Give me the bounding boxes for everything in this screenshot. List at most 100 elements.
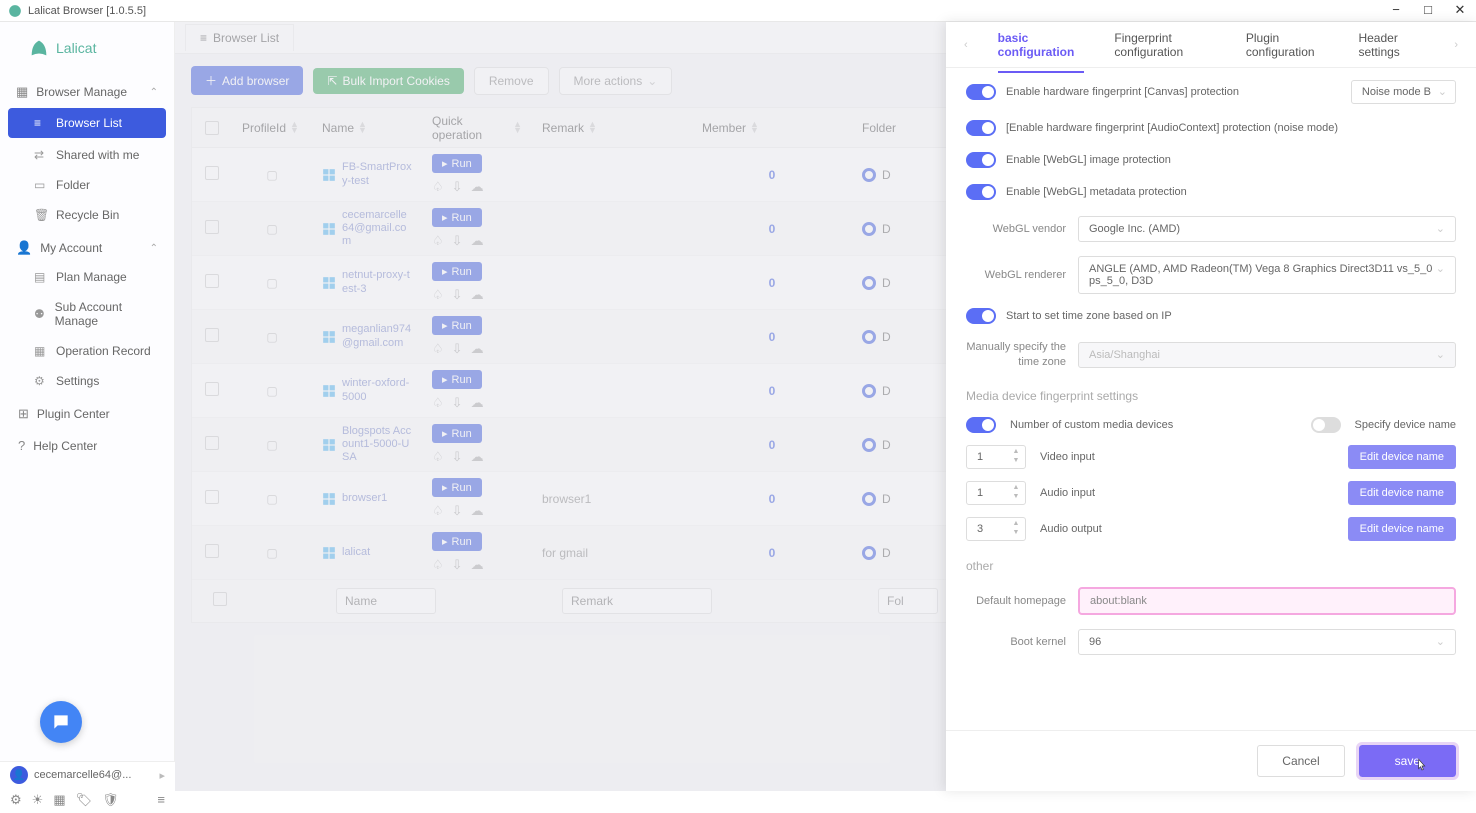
homepage-label: Default homepage	[966, 595, 1066, 607]
audio-input-stepper[interactable]: 1▲▼	[966, 481, 1026, 505]
shield-icon[interactable]: 🛡	[102, 792, 119, 808]
sidebar-item-browser-list[interactable]: ≡ Browser List	[8, 108, 166, 138]
kernel-label: Boot kernel	[966, 636, 1066, 648]
up-icon[interactable]: ▲	[1009, 448, 1023, 457]
document-icon: ▤	[34, 270, 48, 284]
share-icon: ⇄	[34, 148, 48, 162]
tabs-prev-icon[interactable]: ‹	[964, 39, 968, 51]
window-title: Lalicat Browser [1.0.5.5]	[28, 5, 146, 17]
toggle-webgl-image[interactable]	[966, 152, 996, 168]
avatar: 👤	[10, 766, 28, 784]
down-icon[interactable]: ▼	[1009, 457, 1023, 466]
sidebar: Lalicat ▦Browser Manage ⌃ ≡ Browser List…	[0, 22, 175, 791]
window-minimize-button[interactable]: −	[1386, 2, 1406, 18]
edit-audio-output-button[interactable]: Edit device name	[1348, 517, 1456, 541]
panel-tabs: ‹ basic configuration Fingerprint config…	[946, 22, 1476, 68]
panel-body: Enable hardware fingerprint [Canvas] pro…	[946, 68, 1476, 730]
toggle-specify-device[interactable]	[1311, 417, 1341, 433]
up-icon[interactable]: ▲	[1009, 484, 1023, 493]
sidebar-item-folder[interactable]: ▭ Folder	[0, 170, 174, 200]
sidebar-item-settings[interactable]: ⚙ Settings	[0, 366, 174, 396]
record-icon: ▦	[34, 344, 48, 358]
down-icon[interactable]: ▼	[1009, 529, 1023, 538]
tz-ip-label: Start to set time zone based on IP	[1006, 310, 1456, 322]
gear-icon: ⚙	[34, 374, 48, 388]
config-panel: ‹ basic configuration Fingerprint config…	[946, 22, 1476, 791]
edit-video-device-button[interactable]: Edit device name	[1348, 445, 1456, 469]
toggle-audio-protection[interactable]	[966, 120, 996, 136]
tab-basic-config[interactable]: basic configuration	[998, 31, 1085, 73]
logo-text: Lalicat	[56, 40, 96, 56]
webgl-renderer-select[interactable]: ANGLE (AMD, AMD Radeon(TM) Vega 8 Graphi…	[1078, 256, 1456, 294]
canvas-label: Enable hardware fingerprint [Canvas] pro…	[1006, 86, 1341, 98]
canvas-mode-select[interactable]: Noise mode B	[1351, 80, 1456, 104]
grid-icon[interactable]: ▦	[53, 792, 65, 808]
sidebar-item-recycle[interactable]: 🗑 Recycle Bin	[0, 200, 174, 230]
toggle-webgl-meta[interactable]	[966, 184, 996, 200]
webgl-meta-label: Enable [WebGL] metadata protection	[1006, 186, 1456, 198]
chat-bubble-button[interactable]	[40, 701, 82, 743]
sidebar-item-shared[interactable]: ⇄ Shared with me	[0, 140, 174, 170]
custom-media-label: Number of custom media devices	[1010, 419, 1297, 431]
gear-icon[interactable]: ⚙	[10, 792, 22, 808]
audio-output-label: Audio output	[1040, 523, 1120, 535]
save-button[interactable]: save	[1359, 745, 1456, 777]
webgl-image-label: Enable [WebGL] image protection	[1006, 154, 1456, 166]
sun-icon[interactable]: ☀	[32, 792, 44, 808]
chevron-right-icon: ▸	[159, 769, 165, 782]
cancel-button[interactable]: Cancel	[1257, 745, 1344, 777]
user-row[interactable]: 👤 cecemarcelle64@... ▸	[0, 762, 175, 788]
specify-device-label: Specify device name	[1355, 419, 1457, 431]
tz-manual-label: Manually specify the time zone	[966, 340, 1066, 371]
tab-header-settings[interactable]: Header settings	[1358, 31, 1424, 59]
app-icon	[8, 4, 22, 18]
logo-icon	[28, 37, 50, 59]
tab-plugin-config[interactable]: Plugin configuration	[1246, 31, 1329, 59]
toggle-timezone-ip[interactable]	[966, 308, 996, 324]
panel-footer: Cancel save	[946, 730, 1476, 791]
sidebar-bottom: 👤 cecemarcelle64@... ▸ ⚙ ☀ ▦ 🏷 🛡 ≡	[0, 761, 175, 813]
sidebar-section-browser-manage[interactable]: ▦Browser Manage ⌃	[0, 74, 174, 106]
video-input-stepper[interactable]: 1▲▼	[966, 445, 1026, 469]
window-close-button[interactable]: ✕	[1450, 2, 1470, 18]
trash-icon: 🗑	[34, 208, 48, 222]
sidebar-item-help-center[interactable]: ?Help Center	[0, 428, 174, 459]
folder-icon: ▭	[34, 178, 48, 192]
sidebar-item-plan[interactable]: ▤ Plan Manage	[0, 262, 174, 292]
cursor-icon	[1414, 757, 1430, 778]
other-section-title: other	[966, 559, 1456, 573]
sidebar-item-plugin-center[interactable]: ⊞Plugin Center	[0, 396, 174, 428]
sidebar-item-operation[interactable]: ▦ Operation Record	[0, 336, 174, 366]
down-icon[interactable]: ▼	[1009, 493, 1023, 502]
audio-output-stepper[interactable]: 3▲▼	[966, 517, 1026, 541]
tz-manual-select: Asia/Shanghai	[1078, 342, 1456, 368]
list-icon: ≡	[34, 116, 48, 130]
tag-icon[interactable]: 🏷	[76, 792, 93, 808]
chat-icon	[51, 712, 71, 732]
edit-audio-input-button[interactable]: Edit device name	[1348, 481, 1456, 505]
webgl-renderer-label: WebGL renderer	[966, 269, 1066, 281]
kernel-select[interactable]: 96	[1078, 629, 1456, 655]
window-maximize-button[interactable]: □	[1418, 2, 1438, 18]
logo: Lalicat	[0, 22, 174, 74]
webgl-vendor-select[interactable]: Google Inc. (AMD)	[1078, 216, 1456, 242]
audio-label: [Enable hardware fingerprint [AudioConte…	[1006, 122, 1456, 134]
chevron-up-icon: ⌃	[150, 243, 158, 254]
sidebar-item-subaccount[interactable]: ⚉ Sub Account Manage	[0, 292, 174, 336]
media-section-title: Media device fingerprint settings	[966, 389, 1456, 403]
collapse-icon[interactable]: ≡	[157, 792, 165, 808]
homepage-input[interactable]	[1078, 587, 1456, 615]
sidebar-section-my-account[interactable]: 👤My Account ⌃	[0, 230, 174, 262]
username: cecemarcelle64@...	[34, 769, 131, 781]
up-icon[interactable]: ▲	[1009, 520, 1023, 529]
toggle-canvas-protection[interactable]	[966, 84, 996, 100]
window-titlebar: Lalicat Browser [1.0.5.5] − □ ✕	[0, 0, 1476, 22]
bottom-icons: ⚙ ☀ ▦ 🏷 🛡 ≡	[0, 788, 175, 812]
video-input-label: Video input	[1040, 451, 1120, 463]
webgl-vendor-label: WebGL vendor	[966, 223, 1066, 235]
audio-input-label: Audio input	[1040, 487, 1120, 499]
tabs-next-icon[interactable]: ›	[1454, 39, 1458, 51]
users-icon: ⚉	[34, 307, 47, 321]
tab-fingerprint-config[interactable]: Fingerprint configuration	[1114, 31, 1215, 59]
toggle-custom-media[interactable]	[966, 417, 996, 433]
